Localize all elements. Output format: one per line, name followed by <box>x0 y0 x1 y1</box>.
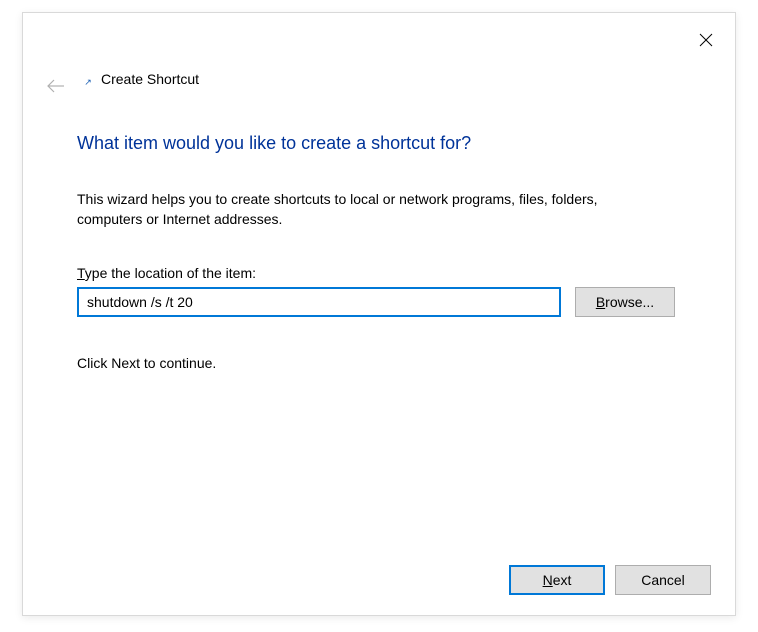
footer-buttons: Next Cancel <box>509 565 711 595</box>
next-button[interactable]: Next <box>509 565 605 595</box>
location-label: Type the location of the item: <box>77 265 681 281</box>
browse-button[interactable]: Browse... <box>575 287 675 317</box>
location-input[interactable] <box>77 287 561 317</box>
page-heading: What item would you like to create a sho… <box>77 133 681 154</box>
content-area: What item would you like to create a sho… <box>77 133 681 371</box>
close-icon <box>699 33 713 47</box>
close-button[interactable] <box>699 33 715 49</box>
shortcut-icon: ↗ <box>81 75 95 89</box>
create-shortcut-window: ↗ Create Shortcut What item would you li… <box>22 12 736 616</box>
back-button[interactable] <box>45 75 67 97</box>
back-arrow-icon <box>46 79 66 93</box>
continue-text: Click Next to continue. <box>77 355 681 371</box>
description-text: This wizard helps you to create shortcut… <box>77 190 637 229</box>
cancel-button[interactable]: Cancel <box>615 565 711 595</box>
location-input-row: Browse... <box>77 287 681 317</box>
window-title: Create Shortcut <box>101 71 199 87</box>
